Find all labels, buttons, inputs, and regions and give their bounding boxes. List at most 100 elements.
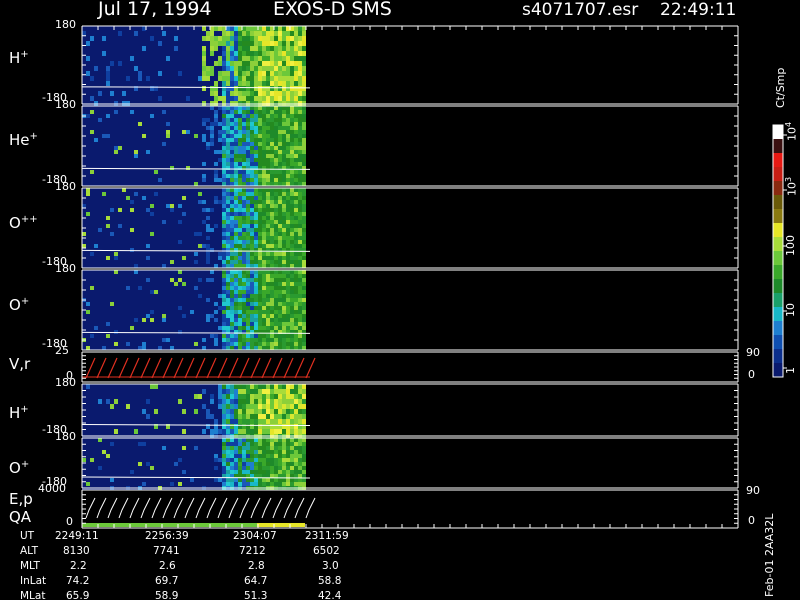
spectrogram-cell (142, 270, 146, 274)
spectrogram-cell (150, 192, 154, 196)
spectrogram-cell (138, 394, 142, 399)
spectrogram-cell (286, 212, 290, 216)
spectrogram-cell (106, 330, 110, 334)
spectrogram-cell (226, 252, 230, 256)
spectrogram-cell (102, 294, 106, 298)
spectrogram-cell (238, 228, 242, 232)
spectrogram-cell (150, 346, 154, 350)
spectrogram-cell (242, 71, 246, 76)
spectrogram-cell (94, 142, 98, 146)
spectrogram-cell (142, 294, 146, 298)
spectrogram-cell (114, 182, 118, 186)
spectrogram-cell (186, 208, 190, 212)
spectrogram-cell (254, 404, 258, 409)
spectrogram-cell (214, 146, 218, 150)
spectrogram-cell (250, 56, 254, 61)
spectrogram-cell (190, 110, 194, 114)
spectrogram-cell (206, 326, 210, 330)
spectrogram-cell (262, 244, 266, 248)
spectrogram-cell (86, 326, 90, 330)
spectrogram-cell (302, 326, 306, 330)
spectrogram-cell (106, 278, 110, 282)
spectrogram-cell (214, 310, 218, 314)
spectrogram-cell (170, 346, 174, 350)
spectrogram-cell (106, 150, 110, 154)
spectrogram-cell (230, 76, 234, 81)
spectrogram-cell (186, 399, 190, 404)
spectrogram-cell (102, 36, 106, 41)
spectrogram-cell (294, 208, 298, 212)
spectrogram-cell (138, 200, 142, 204)
spectrogram-cell (142, 126, 146, 130)
spectrogram-cell (294, 244, 298, 248)
spectrogram-cell (154, 46, 158, 51)
spectrogram-cell (102, 394, 106, 399)
spectrogram-cell (102, 334, 106, 338)
spectrogram-cell (134, 389, 138, 394)
spectrogram-cell (110, 212, 114, 216)
spectrogram-cell (146, 122, 150, 126)
spectrogram-cell (178, 200, 182, 204)
spectrogram-cell (102, 458, 106, 462)
spectrogram-cell (258, 122, 262, 126)
spectrogram-cell (102, 154, 106, 158)
spectrogram-cell (122, 240, 126, 244)
spectrogram-cell (146, 81, 150, 86)
spectrogram-cell (222, 56, 226, 61)
spectrogram-cell (254, 26, 258, 31)
spectrogram-cell (274, 310, 278, 314)
spectrogram-cell (278, 192, 282, 196)
spectrogram-cell (214, 61, 218, 66)
spectrogram-cell (186, 342, 190, 346)
spectrogram-cell (294, 91, 298, 96)
spectrogram-cell (114, 196, 118, 200)
spectrogram-cell (274, 208, 278, 212)
spectrogram-cell (226, 81, 230, 86)
spectrogram-cell (146, 150, 150, 154)
spectrogram-cell (214, 294, 218, 298)
spectrogram-cell (254, 182, 258, 186)
spectrogram-cell (298, 236, 302, 240)
spectrogram-cell (250, 204, 254, 208)
spectrogram-cell (114, 110, 118, 114)
spectrogram-cell (234, 286, 238, 290)
spectrogram-cell (254, 384, 258, 389)
spectrogram-cell (178, 134, 182, 138)
spectrogram-cell (114, 326, 118, 330)
spectrogram-cell (178, 322, 182, 326)
spectrogram-cell (270, 256, 274, 260)
spectrogram-cell (278, 244, 282, 248)
spectrogram-cell (154, 346, 158, 350)
spectrogram-cell (290, 260, 294, 264)
spectrogram-cell (134, 318, 138, 322)
spectrogram-cell (194, 66, 198, 71)
spectrogram-cell (262, 429, 266, 434)
spectrogram-cell (158, 196, 162, 200)
spectrogram-cell (166, 188, 170, 192)
spectrogram-cell (134, 110, 138, 114)
spectrogram-cell (142, 419, 146, 424)
spectrogram-cell (142, 138, 146, 142)
spectrogram-cell (166, 134, 170, 138)
spectrogram-cell (130, 118, 134, 122)
spectrogram-cell (198, 71, 202, 76)
spectrogram-cell (206, 192, 210, 196)
spectrogram-cell (126, 41, 130, 46)
spectrogram-cell (218, 150, 222, 154)
spectrogram-cell (246, 264, 250, 268)
spectrogram-cell (286, 256, 290, 260)
spectrogram-cell (86, 96, 90, 101)
spectrogram-cell (230, 134, 234, 138)
spectrogram-cell (214, 162, 218, 166)
spectrogram-cell (258, 322, 262, 326)
spectrogram-cell (234, 322, 238, 326)
spectrogram-cell (270, 244, 274, 248)
spectrogram-cell (214, 264, 218, 268)
spectrogram-cell (294, 134, 298, 138)
spectrogram-cell (230, 394, 234, 399)
spectrogram-cell (298, 142, 302, 146)
spectrogram-cell (82, 482, 86, 486)
spectrogram-cell (118, 314, 122, 318)
spectrogram-cell (166, 248, 170, 252)
spectrogram-cell (238, 409, 242, 414)
